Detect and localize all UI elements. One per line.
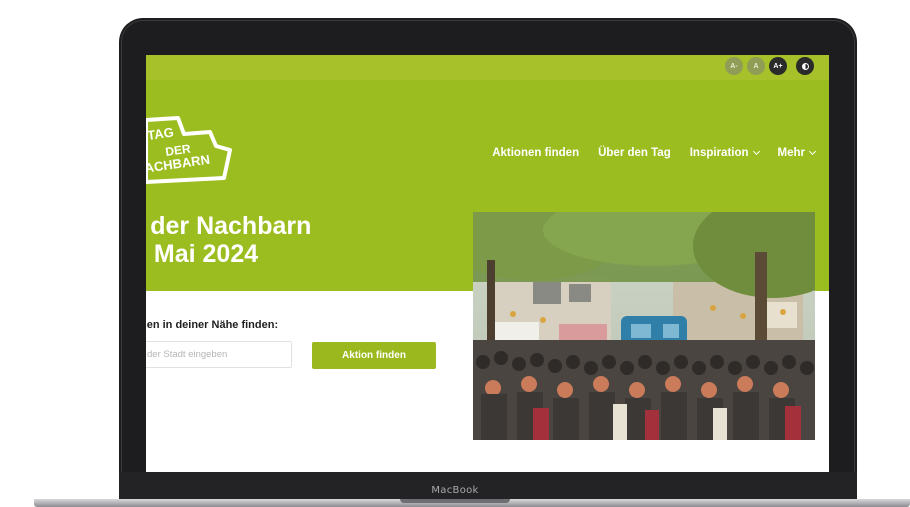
contrast-toggle-button[interactable] (796, 57, 814, 75)
nav-item-mehr[interactable]: Mehr (777, 147, 817, 159)
tag-der-nachbarn-logo[interactable]: TAG DER NACHBARN (146, 116, 232, 186)
nav-item-inspiration[interactable]: Inspiration (689, 147, 760, 159)
nav-item-label: Aktionen finden (492, 147, 580, 159)
hero-headline: g der Nachbarn . Mai 2024 (146, 212, 311, 268)
chevron-down-icon (752, 147, 760, 156)
main-navigation: Aktionen finden Über den Tag Inspiration… (492, 147, 817, 159)
city-search-input[interactable] (146, 341, 292, 368)
nav-item-aktionen-finden[interactable]: Aktionen finden (492, 147, 579, 159)
laptop-brand-label: MacBook (431, 485, 479, 496)
logo-word-nachbarn: NACHBARN (146, 152, 211, 177)
contrast-icon (801, 62, 809, 70)
nav-item-label: Inspiration (689, 147, 749, 159)
font-size-normal-button[interactable]: A (747, 57, 765, 75)
logo-word-tag: TAG (146, 124, 174, 143)
chevron-down-icon (808, 147, 817, 156)
font-size-increase-button[interactable]: A+ (769, 57, 787, 75)
accessibility-bar: A- A A+ (146, 55, 829, 80)
nav-item-label: Mehr (777, 147, 805, 159)
street-party-photo (473, 212, 815, 440)
laptop-base-notch (400, 499, 510, 503)
hero-headline-line-1: g der Nachbarn (146, 212, 312, 240)
find-action-button[interactable]: Aktion finden (312, 342, 436, 369)
search-label: hen in deiner Nähe finden: (146, 319, 279, 331)
hero-headline-line-2: . Mai 2024 (146, 240, 259, 268)
font-size-decrease-button[interactable]: A- (725, 57, 743, 75)
nav-item-ueber-den-tag[interactable]: Über den Tag (598, 147, 671, 159)
nav-item-label: Über den Tag (598, 147, 671, 159)
laptop-screen: A- A A+ TAG DER NACHBARN Aktionen finden… (146, 55, 829, 472)
